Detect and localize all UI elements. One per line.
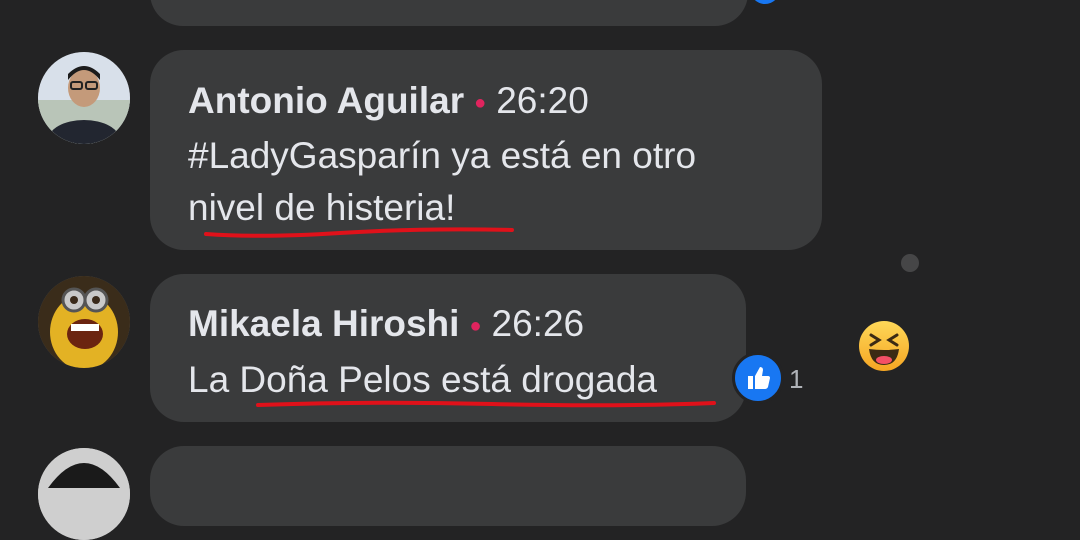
comment-author-antonio[interactable]: Antonio Aguilar ● 26:20 [188,80,589,122]
like-icon[interactable] [732,352,784,404]
next-comment-bubble [150,446,746,526]
red-underline-annotation [256,400,716,408]
avatar-antonio[interactable] [38,52,130,144]
previous-reaction-icon [750,0,780,4]
separator-dot: ● [474,91,487,114]
previous-comment-bubble [150,0,748,26]
like-count[interactable]: 1 [789,364,803,395]
author-name[interactable]: Mikaela Hiroshi [188,303,459,344]
faint-emoji-icon [901,254,919,272]
author-name[interactable]: Antonio Aguilar [188,80,464,121]
red-underline-annotation [204,227,514,238]
avatar-next[interactable] [38,448,130,540]
comment-time[interactable]: 26:26 [492,303,585,344]
separator-dot: ● [469,314,482,337]
haha-icon[interactable] [858,320,910,372]
avatar-mikaela[interactable] [38,276,130,368]
comment-text-line-1: #LadyGasparín ya está en otro [188,135,697,176]
comment-author-mikaela[interactable]: Mikaela Hiroshi ● 26:26 [188,303,584,345]
comment-time[interactable]: 26:20 [496,80,589,121]
